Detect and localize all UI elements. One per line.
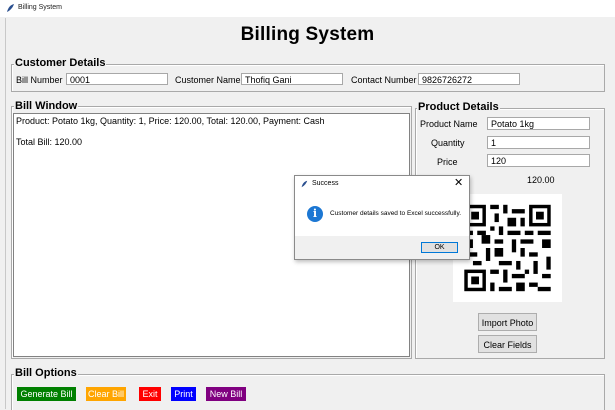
bill-line-2: Total Bill: 120.00 <box>16 137 83 147</box>
bill-number-field[interactable]: 0001 <box>66 73 168 85</box>
customer-details-legend: Customer Details <box>14 57 107 69</box>
dialog-title-bar[interactable]: Success ✕ <box>295 176 469 192</box>
dialog-message: Customer details saved to Excel successf… <box>330 210 462 217</box>
print-button[interactable]: Print <box>171 387 196 401</box>
close-icon[interactable]: ✕ <box>454 177 463 190</box>
feather-icon <box>7 4 14 12</box>
quantity-label: Quantity <box>431 138 465 148</box>
total-value: 120.00 <box>527 175 555 185</box>
product-name-label: Product Name <box>420 119 478 129</box>
bill-line-1: Product: Potato 1kg, Quantity: 1, Price:… <box>16 116 325 126</box>
success-dialog: Success ✕ Customer details saved to Exce… <box>294 175 470 260</box>
import-photo-button[interactable]: Import Photo <box>478 313 537 331</box>
contact-number-field[interactable]: 9826726272 <box>418 73 520 85</box>
price-field[interactable]: 120 <box>487 154 590 167</box>
dialog-title: Success <box>312 180 339 187</box>
bill-options-legend: Bill Options <box>14 367 78 379</box>
window-title: Billing System <box>18 4 62 11</box>
customer-name-field[interactable]: Thofiq Gani <box>241 73 343 85</box>
price-label: Price <box>437 157 458 167</box>
bill-number-label: Bill Number <box>16 75 63 85</box>
product-name-field[interactable]: Potato 1kg <box>487 117 590 130</box>
window-title-bar[interactable]: Billing System <box>0 0 615 17</box>
generate-bill-button[interactable]: Generate Bill <box>17 387 76 401</box>
quantity-field[interactable]: 1 <box>487 136 590 149</box>
exit-button[interactable]: Exit <box>139 387 161 401</box>
page-title: Billing System <box>240 24 375 45</box>
clear-fields-button[interactable]: Clear Fields <box>478 335 537 353</box>
product-details-legend: Product Details <box>417 101 500 113</box>
customer-name-label: Customer Name <box>175 75 241 85</box>
feather-icon <box>301 180 308 188</box>
clear-bill-button[interactable]: Clear Bill <box>86 387 126 401</box>
new-bill-button[interactable]: New Bill <box>206 387 246 401</box>
contact-number-label: Contact Number <box>351 75 417 85</box>
bill-window-legend: Bill Window <box>14 100 79 112</box>
info-icon: i <box>307 206 323 222</box>
ok-button[interactable]: OK <box>421 242 458 253</box>
